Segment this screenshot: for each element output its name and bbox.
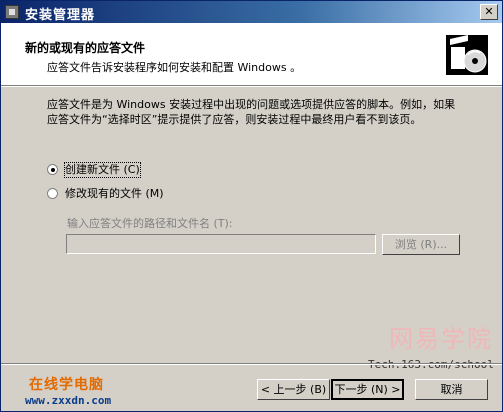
cancel-button[interactable]: 取消 bbox=[415, 379, 488, 400]
radio-dot[interactable] bbox=[47, 164, 58, 175]
setup-manager-window: 安装管理器 ✕ 新的或现有的应答文件 应答文件告诉安装程序如何安装和配置 Win… bbox=[0, 0, 503, 412]
create-new-file-label[interactable]: 创建新文件 (C) bbox=[64, 162, 141, 178]
back-button[interactable]: < 上一步 (B) bbox=[257, 379, 330, 400]
footer-divider-highlight bbox=[1, 364, 502, 365]
description-text: 应答文件是为 Windows 安装过程中出现的问题或选项提供应答的脚本。例如，如… bbox=[47, 98, 456, 126]
header-divider bbox=[1, 86, 502, 87]
close-icon[interactable]: ✕ bbox=[480, 4, 498, 20]
radio-dot[interactable] bbox=[47, 188, 58, 199]
brand-name: 在线学电脑 bbox=[29, 377, 104, 393]
path-label: 输入应答文件的路径和文件名 (T): bbox=[67, 217, 233, 230]
watermark-site-name: 网易学院 bbox=[389, 325, 493, 353]
setup-box-cd-icon bbox=[446, 35, 488, 75]
modify-existing-file-label[interactable]: 修改现有的文件 (M) bbox=[65, 187, 164, 201]
installer-icon bbox=[5, 5, 19, 19]
browse-button[interactable]: 浏览 (R)... bbox=[382, 234, 460, 255]
title-bar[interactable]: 安装管理器 ✕ bbox=[1, 1, 502, 23]
wizard-header: 新的或现有的应答文件 应答文件告诉安装程序如何安装和配置 Windows 。 bbox=[1, 23, 502, 86]
brand-url: www.zxxdn.com bbox=[25, 394, 112, 407]
next-button[interactable]: 下一步 (N) > bbox=[331, 379, 404, 400]
page-title: 新的或现有的应答文件 bbox=[25, 41, 146, 55]
window-title: 安装管理器 bbox=[25, 8, 96, 23]
path-input[interactable] bbox=[66, 234, 376, 254]
page-subtitle: 应答文件告诉安装程序如何安装和配置 Windows 。 bbox=[47, 61, 302, 74]
